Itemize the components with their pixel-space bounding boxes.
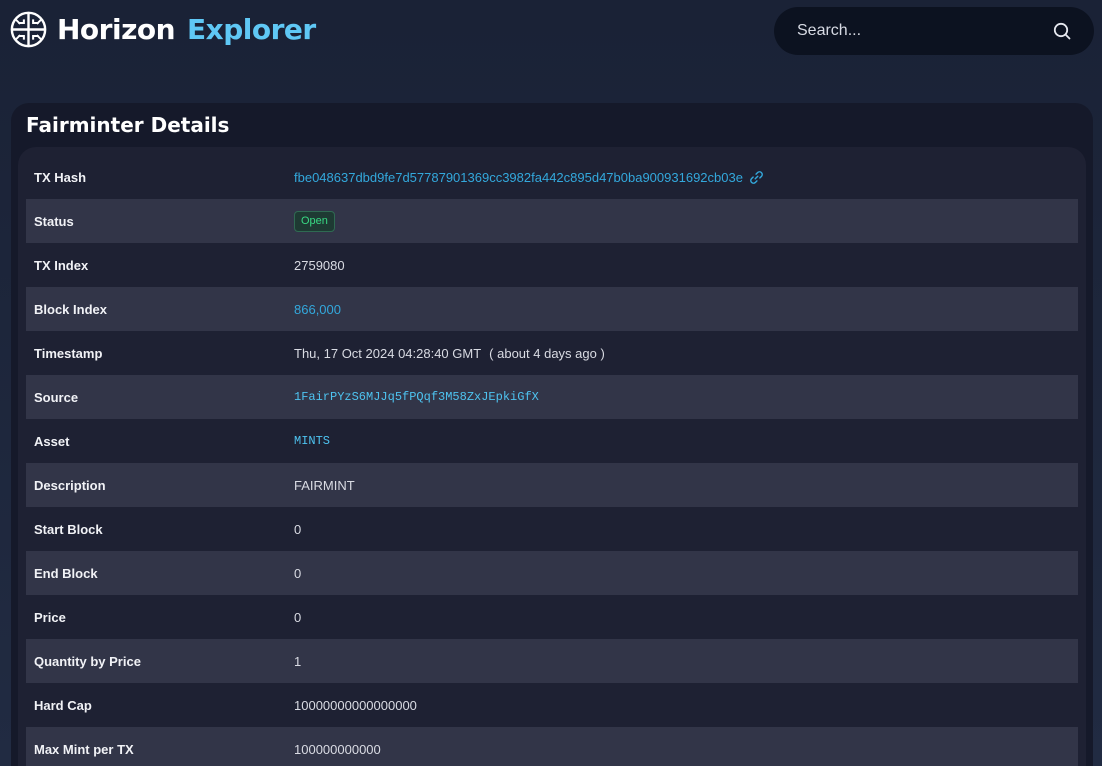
status-badge: Open [294, 210, 335, 232]
timestamp-value: Thu, 17 Oct 2024 04:28:40 GMT [294, 345, 482, 361]
detail-label: Quantity by Price [34, 653, 141, 669]
detail-label: Price [34, 609, 66, 625]
block-index-link[interactable]: 866,000 [294, 302, 341, 317]
detail-value: 1FairPYzS6MJJq5fPQqf3M58ZxJEpkiGfX [294, 390, 539, 404]
asset-link[interactable]: MINTS [294, 434, 330, 448]
detail-label: End Block [34, 565, 98, 581]
detail-row-status: Status Open [26, 199, 1078, 243]
brand-name-secondary: Explorer [187, 12, 316, 46]
external-link-icon[interactable] [748, 169, 765, 186]
detail-value: 866,000 [294, 302, 341, 317]
detail-row-tx-hash: TX Hash fbe048637dbd9fe7d57787901369cc39… [26, 155, 1078, 199]
brand-name-primary: Horizon [57, 12, 176, 46]
detail-value: Open [294, 210, 335, 232]
detail-row-source: Source 1FairPYzS6MJJq5fPQqf3M58ZxJEpkiGf… [26, 375, 1078, 419]
search-icon[interactable] [1052, 21, 1072, 41]
search-input[interactable] [797, 22, 1052, 40]
detail-value: fbe048637dbd9fe7d57787901369cc3982fa442c… [294, 169, 765, 186]
detail-value: 10000000000000000 [294, 697, 417, 713]
detail-label: Max Mint per TX [34, 741, 134, 757]
detail-label: Block Index [34, 301, 107, 317]
detail-row-price: Price 0 [26, 595, 1078, 639]
detail-label: Status [34, 213, 74, 229]
detail-label: Start Block [34, 521, 103, 537]
detail-row-hard-cap: Hard Cap 10000000000000000 [26, 683, 1078, 727]
tx-hash-link[interactable]: fbe048637dbd9fe7d57787901369cc3982fa442c… [294, 170, 743, 185]
detail-label: TX Hash [34, 169, 87, 185]
search-bar [774, 7, 1094, 55]
detail-label: TX Index [34, 257, 89, 273]
detail-row-asset: Asset MINTS [26, 419, 1078, 463]
detail-row-block-index: Block Index 866,000 [26, 287, 1078, 331]
detail-label: Hard Cap [34, 697, 92, 713]
detail-row-start-block: Start Block 0 [26, 507, 1078, 551]
detail-value: 1 [294, 653, 302, 669]
source-address-link[interactable]: 1FairPYzS6MJJq5fPQqf3M58ZxJEpkiGfX [294, 390, 539, 404]
detail-value: MINTS [294, 434, 330, 448]
fairminter-details-card: Fairminter Details TX Hash fbe048637dbd9… [11, 103, 1093, 766]
detail-row-tx-index: TX Index 2759080 [26, 243, 1078, 287]
detail-value: 2759080 [294, 257, 345, 273]
page-title: Fairminter Details [26, 113, 230, 137]
timestamp-relative: ( about 4 days ago ) [489, 345, 605, 361]
detail-value: 0 [294, 565, 302, 581]
brand-logo[interactable]: Horizon Explorer [10, 9, 316, 49]
detail-value: Thu, 17 Oct 2024 04:28:40 GMT ( about 4 … [294, 346, 605, 361]
horizon-logo-icon [10, 11, 47, 47]
detail-row-quantity-by-price: Quantity by Price 1 [26, 639, 1078, 683]
detail-value: 100000000000 [294, 741, 381, 757]
detail-row-max-mint-per-tx: Max Mint per TX 100000000000 [26, 727, 1078, 766]
detail-label: Timestamp [34, 345, 103, 361]
detail-label: Source [34, 389, 79, 405]
detail-label: Asset [34, 433, 70, 449]
detail-row-timestamp: Timestamp Thu, 17 Oct 2024 04:28:40 GMT … [26, 331, 1078, 375]
top-header: Horizon Explorer [0, 0, 1102, 60]
detail-value: 0 [294, 609, 302, 625]
detail-value: FAIRMINT [294, 477, 355, 493]
detail-label: Description [34, 477, 106, 493]
detail-row-end-block: End Block 0 [26, 551, 1078, 595]
detail-value: 0 [294, 521, 302, 537]
detail-row-description: Description FAIRMINT [26, 463, 1078, 507]
details-table: TX Hash fbe048637dbd9fe7d57787901369cc39… [18, 147, 1086, 766]
